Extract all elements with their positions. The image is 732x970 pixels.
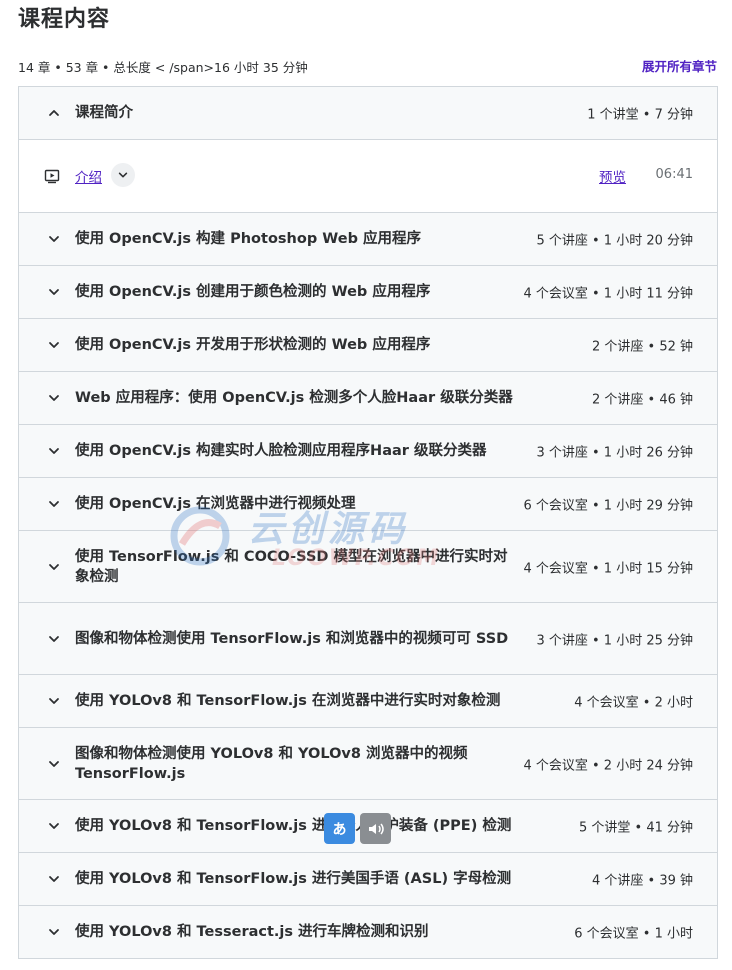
- speaker-icon: [366, 819, 386, 839]
- course-summary: 14 章 • 53 章 • 总长度 < /span>16 小时 35 分钟: [18, 60, 308, 75]
- video-icon: [44, 168, 60, 184]
- section-toggle[interactable]: 图像和物体检测使用 TensorFlow.js 和浏览器中的视频可可 SSD 3 …: [19, 603, 717, 674]
- chevron-down-icon: [47, 338, 61, 352]
- course-summary-bar: 14 章 • 53 章 • 总长度 < /span>16 小时 35 分钟 展开…: [18, 56, 717, 76]
- section-title: 使用 TensorFlow.js 和 COCO-SSD 模型在浏览器中进行实时对…: [75, 548, 508, 585]
- curriculum-section: 使用 YOLOv8 和 TensorFlow.js 进行美国手语 (ASL) 字…: [19, 852, 717, 905]
- section-title: 图像和物体检测使用 YOLOv8 和 YOLOv8 浏览器中的视频 Tensor…: [75, 745, 468, 782]
- chevron-down-icon: [47, 497, 61, 511]
- lecture-preview-link[interactable]: 预览: [599, 166, 626, 186]
- curriculum-section: 使用 OpenCV.js 开发用于形状检测的 Web 应用程序 2 个讲座 • 5…: [19, 318, 717, 371]
- page-title: 课程内容: [18, 7, 111, 32]
- curriculum-section: 使用 TensorFlow.js 和 COCO-SSD 模型在浏览器中进行实时对…: [19, 530, 717, 602]
- section-toggle[interactable]: 使用 YOLOv8 和 Tesseract.js 进行车牌检测和识别 6 个会议室…: [19, 906, 717, 958]
- lecture-expand-button[interactable]: [111, 163, 135, 187]
- chevron-down-icon: [47, 694, 61, 708]
- read-aloud-button[interactable]: [360, 813, 391, 844]
- section-meta: 3 个讲座 • 1 小时 25 分钟: [536, 633, 693, 648]
- section-meta: 2 个讲座 • 52 钟: [591, 339, 693, 355]
- chevron-down-icon: [47, 444, 61, 458]
- section-toggle[interactable]: Web 应用程序：使用 OpenCV.js 检测多个人脸Haar 级联分类器 2 …: [19, 372, 717, 424]
- lecture-list: 介绍 预览 06:41: [19, 139, 717, 212]
- section-toggle[interactable]: 使用 OpenCV.js 创建用于颜色检测的 Web 应用程序 4 个会议室 • …: [19, 266, 717, 318]
- section-meta: 4 个会议室 • 2 小时 24 分钟: [523, 758, 693, 773]
- section-title: 图像和物体检测使用 TensorFlow.js 和浏览器中的视频可可 SSD: [75, 630, 509, 647]
- chevron-down-icon: [47, 232, 61, 246]
- chevron-up-icon: [47, 106, 61, 120]
- section-meta: 1 个讲堂 • 7 分钟: [587, 107, 693, 123]
- section-meta: 5 个讲座 • 1 小时 20 分钟: [536, 233, 693, 249]
- lecture-duration: 06:41: [655, 167, 693, 182]
- curriculum-section: 使用 OpenCV.js 创建用于颜色检测的 Web 应用程序 4 个会议室 • …: [19, 265, 717, 318]
- section-title: 使用 OpenCV.js 创建用于颜色检测的 Web 应用程序: [75, 284, 431, 300]
- translate-icon: あ: [332, 821, 347, 838]
- section-title: 课程简介: [75, 105, 133, 121]
- section-title: 使用 YOLOv8 和 TensorFlow.js 进行个人防护装备 (PPE)…: [75, 818, 512, 834]
- lecture-item: 介绍 预览 06:41: [19, 140, 717, 212]
- curriculum-section: Web 应用程序：使用 OpenCV.js 检测多个人脸Haar 级联分类器 2 …: [19, 371, 717, 424]
- section-toggle[interactable]: 使用 YOLOv8 和 TensorFlow.js 进行美国手语 (ASL) 字…: [19, 853, 717, 905]
- section-meta: 4 个会议室 • 2 小时: [574, 695, 693, 711]
- curriculum-section: 使用 OpenCV.js 构建实时人脸检测应用程序Haar 级联分类器 3 个讲座…: [19, 424, 717, 477]
- section-title: 使用 OpenCV.js 构建实时人脸检测应用程序Haar 级联分类器: [75, 443, 487, 459]
- section-toggle[interactable]: 图像和物体检测使用 YOLOv8 和 YOLOv8 浏览器中的视频 Tensor…: [19, 728, 717, 799]
- curriculum-section: 使用 YOLOv8 和 Tesseract.js 进行车牌检测和识别 6 个会议室…: [19, 905, 717, 958]
- section-meta: 4 个讲座 • 39 钟: [591, 873, 693, 889]
- chevron-down-icon: [47, 632, 61, 646]
- chevron-down-icon: [47, 285, 61, 299]
- section-toggle[interactable]: 使用 OpenCV.js 在浏览器中进行视频处理 6 个会议室 • 1 小时 29…: [19, 478, 717, 530]
- section-meta: 2 个讲座 • 46 钟: [591, 392, 693, 408]
- lecture-title-link[interactable]: 介绍: [75, 166, 102, 186]
- section-meta: 6 个会议室 • 1 小时 29 分钟: [523, 498, 693, 514]
- section-toggle[interactable]: 使用 OpenCV.js 开发用于形状检测的 Web 应用程序 2 个讲座 • 5…: [19, 319, 717, 371]
- section-meta: 3 个讲座 • 1 小时 26 分钟: [536, 445, 693, 461]
- section-meta: 5 个讲堂 • 41 分钟: [578, 820, 693, 836]
- section-toggle[interactable]: 使用 OpenCV.js 构建 Photoshop Web 应用程序 5 个讲座 …: [19, 213, 717, 265]
- section-toggle[interactable]: 课程简介 1 个讲堂 • 7 分钟: [19, 87, 717, 139]
- section-title: 使用 YOLOv8 和 Tesseract.js 进行车牌检测和识别: [75, 924, 429, 940]
- curriculum-section: 使用 OpenCV.js 在浏览器中进行视频处理 6 个会议室 • 1 小时 29…: [19, 477, 717, 530]
- section-toggle[interactable]: 使用 TensorFlow.js 和 COCO-SSD 模型在浏览器中进行实时对…: [19, 531, 717, 602]
- section-meta: 4 个会议室 • 1 小时 11 分钟: [523, 286, 693, 302]
- expand-all-sections-button[interactable]: 展开所有章节: [642, 56, 717, 75]
- chevron-down-icon: [47, 925, 61, 939]
- translate-button[interactable]: あ: [324, 813, 355, 844]
- chevron-down-icon: [117, 169, 129, 181]
- curriculum-section: 图像和物体检测使用 TensorFlow.js 和浏览器中的视频可可 SSD 3 …: [19, 602, 717, 674]
- section-title: 使用 OpenCV.js 在浏览器中进行视频处理: [75, 496, 356, 512]
- section-title: Web 应用程序：使用 OpenCV.js 检测多个人脸Haar 级联分类器: [75, 390, 513, 406]
- chevron-down-icon: [47, 819, 61, 833]
- section-meta: 6 个会议室 • 1 小时: [574, 926, 693, 942]
- chevron-down-icon: [47, 872, 61, 886]
- section-toggle[interactable]: 使用 YOLOv8 和 TensorFlow.js 在浏览器中进行实时对象检测 4…: [19, 675, 717, 727]
- curriculum-section: 使用 OpenCV.js 构建 Photoshop Web 应用程序 5 个讲座 …: [19, 212, 717, 265]
- curriculum-section: 使用 YOLOv8 和 TensorFlow.js 在浏览器中进行实时对象检测 4…: [19, 674, 717, 727]
- section-title: 使用 OpenCV.js 开发用于形状检测的 Web 应用程序: [75, 337, 431, 353]
- chevron-down-icon: [47, 560, 61, 574]
- section-toggle[interactable]: 使用 OpenCV.js 构建实时人脸检测应用程序Haar 级联分类器 3 个讲座…: [19, 425, 717, 477]
- section-meta: 4 个会议室 • 1 小时 15 分钟: [523, 561, 693, 576]
- curriculum-section: 课程简介 1 个讲堂 • 7 分钟介绍 预览 06:41: [19, 87, 717, 212]
- section-title: 使用 YOLOv8 和 TensorFlow.js 在浏览器中进行实时对象检测: [75, 693, 501, 709]
- chevron-down-icon: [47, 757, 61, 771]
- chevron-down-icon: [47, 391, 61, 405]
- curriculum-section: 图像和物体检测使用 YOLOv8 和 YOLOv8 浏览器中的视频 Tensor…: [19, 727, 717, 799]
- section-title: 使用 YOLOv8 和 TensorFlow.js 进行美国手语 (ASL) 字…: [75, 871, 512, 887]
- section-title: 使用 OpenCV.js 构建 Photoshop Web 应用程序: [75, 231, 421, 247]
